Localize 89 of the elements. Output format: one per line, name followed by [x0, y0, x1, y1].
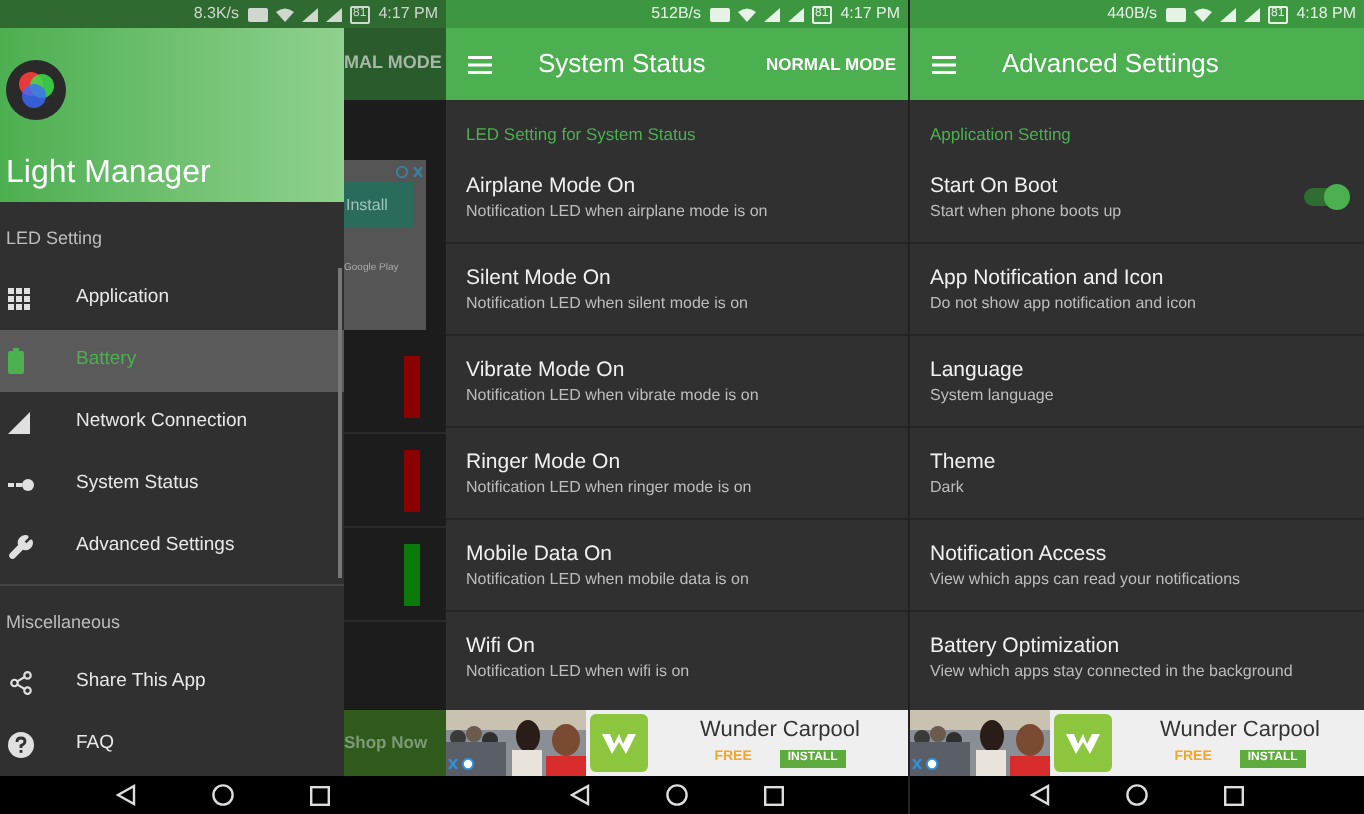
slider-icon: [8, 478, 34, 492]
row-subtitle: System language: [930, 385, 1056, 405]
drawer-item[interactable]: Network Connection: [0, 392, 344, 454]
recents-icon[interactable]: [310, 785, 330, 805]
signal-icon: [8, 412, 30, 434]
hd-badge-icon: [1165, 7, 1186, 21]
row-title: Language: [930, 357, 1026, 383]
app-logo-icon: [1054, 714, 1112, 772]
back-icon[interactable]: [116, 784, 136, 806]
row-title: Wifi On: [466, 634, 537, 660]
row-subtitle: View which apps can read your notifications: [930, 569, 1243, 589]
ad-title: Wunder Carpool: [700, 717, 860, 744]
wifi-icon: [275, 7, 294, 21]
network-speed: 8.3K/s: [193, 2, 240, 26]
row-title: Start On Boot: [930, 173, 1060, 199]
row-subtitle: Notification LED when mobile data is on: [466, 569, 751, 589]
recents-icon[interactable]: [764, 785, 784, 805]
row-subtitle: View which apps stay connected in the background: [930, 662, 1295, 682]
settings-row[interactable]: Mobile Data On Notification LED when mobile data is on: [446, 520, 908, 612]
row-title: App Notification and Icon: [930, 265, 1166, 291]
recents-icon[interactable]: [1224, 785, 1244, 805]
menu-icon[interactable]: [468, 55, 492, 73]
row-title: Airplane Mode On: [466, 173, 638, 199]
toolbar-title: Advanced Settings: [1002, 46, 1221, 83]
home-icon[interactable]: [666, 784, 688, 806]
drawer-item[interactable]: Application: [0, 268, 344, 330]
drawer-item[interactable]: System Status: [0, 454, 344, 516]
section-header: LED Setting for System Status: [464, 122, 698, 148]
settings-row[interactable]: Theme Dark: [910, 428, 1364, 520]
ad-choices-icon[interactable]: [448, 758, 476, 770]
app-logo-icon: [6, 60, 66, 120]
drawer-item[interactable]: Share This App: [0, 652, 344, 714]
home-icon[interactable]: [212, 784, 234, 806]
row-subtitle: Start when phone boots up: [930, 201, 1124, 221]
settings-row[interactable]: Language System language: [910, 336, 1364, 428]
row-title: Battery Optimization: [930, 634, 1122, 660]
row-title: Theme: [930, 449, 998, 475]
settings-row[interactable]: Airplane Mode On Notification LED when airplane mode is on: [446, 152, 908, 244]
row-subtitle: Notification LED when silent mode is on: [466, 293, 750, 313]
settings-row[interactable]: Notification Access View which apps can read your notifications: [910, 520, 1364, 612]
row-subtitle: Dark: [930, 477, 966, 497]
settings-row[interactable]: Wifi On Notification LED when wifi is on: [446, 612, 908, 704]
settings-row[interactable]: Vibrate Mode On Notification LED when vibrate mode is on: [446, 336, 908, 428]
row-title: Notification Access: [930, 541, 1109, 567]
toolbar-title: System Status: [538, 46, 708, 83]
app-logo-icon: [590, 714, 648, 772]
row-title: Mobile Data On: [466, 541, 614, 567]
section-header: LED Setting: [4, 226, 105, 252]
section-header: Miscellaneous: [4, 610, 123, 636]
settings-row[interactable]: Silent Mode On Notification LED when silent mode is on: [446, 244, 908, 336]
toggle-switch[interactable]: [1304, 188, 1348, 206]
help-icon: [8, 732, 34, 758]
network-speed: 512B/s: [651, 2, 702, 26]
row-title: Vibrate Mode On: [466, 357, 627, 383]
ad-title: Wunder Carpool: [1160, 717, 1320, 744]
home-icon[interactable]: [1126, 784, 1148, 806]
network-speed: 440B/s: [1107, 2, 1158, 26]
back-icon[interactable]: [1030, 784, 1050, 806]
section-header: Application Setting: [928, 122, 1073, 148]
hd-badge-icon: [709, 7, 730, 21]
settings-row[interactable]: App Notification and Icon Do not show app notification and icon: [910, 244, 1364, 336]
ad-choices-icon: [396, 166, 424, 178]
wrench-icon: [8, 534, 34, 560]
settings-row[interactable]: Battery Optimization View which apps stay connected in the background: [910, 612, 1364, 704]
drawer-item[interactable]: FAQ: [0, 714, 344, 776]
back-icon[interactable]: [570, 784, 590, 806]
ad-choices-icon[interactable]: [912, 758, 940, 770]
wifi-icon: [1193, 7, 1212, 21]
wifi-icon: [737, 7, 756, 21]
row-title: Ringer Mode On: [466, 449, 623, 475]
share-icon: [8, 670, 34, 696]
clock: 4:17 PM: [378, 2, 438, 26]
clock: 4:18 PM: [1296, 2, 1356, 26]
row-subtitle: Do not show app notification and icon: [930, 293, 1198, 313]
clock: 4:17 PM: [840, 2, 900, 26]
app-name: Light Manager: [6, 156, 213, 192]
drawer-item[interactable]: Advanced Settings: [0, 516, 344, 578]
hd-badge-icon: [247, 7, 268, 21]
toolbar-action: MAL MODE: [344, 50, 442, 77]
row-subtitle: Notification LED when airplane mode is on: [466, 201, 770, 221]
menu-icon[interactable]: [932, 55, 956, 73]
row-subtitle: Notification LED when vibrate mode is on: [466, 385, 761, 405]
row-subtitle: Notification LED when wifi is on: [466, 662, 692, 682]
settings-row[interactable]: Ringer Mode On Notification LED when ringer mode is on: [446, 428, 908, 520]
battery-icon: [8, 348, 24, 374]
row-title: Silent Mode On: [466, 265, 613, 291]
row-subtitle: Notification LED when ringer mode is on: [466, 477, 754, 497]
settings-row[interactable]: Start On Boot Start when phone boots up: [910, 152, 1364, 244]
grid-icon: [8, 288, 30, 310]
